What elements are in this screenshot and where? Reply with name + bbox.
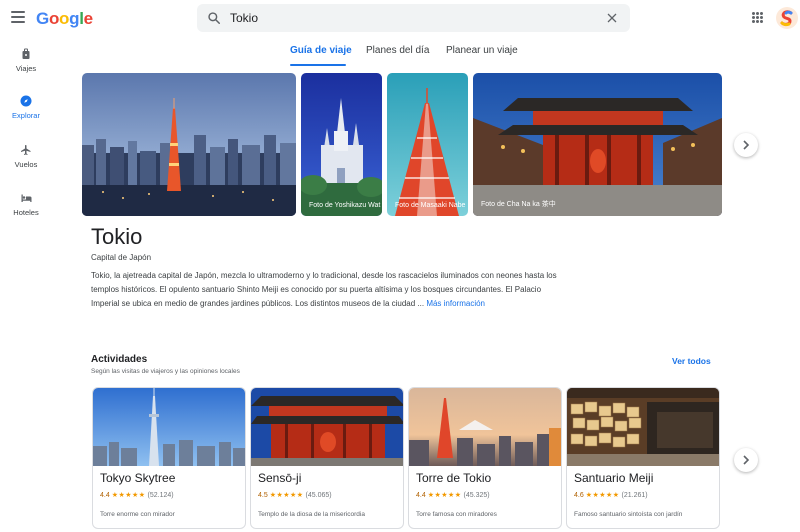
activity-card[interactable]: Tokyo Skytree 4.4 ★★★★★ (52.124) Torre e… bbox=[92, 387, 246, 529]
activity-card[interactable]: Santuario Meiji 4.6 ★★★★★ (21.261) Famos… bbox=[566, 387, 720, 529]
sidebar-item-explorar[interactable]: Explorar bbox=[0, 95, 52, 135]
review-count: (45.325) bbox=[463, 492, 490, 499]
top-bar: Google bbox=[0, 0, 800, 36]
sidebar-item-label: Hoteles bbox=[13, 208, 39, 217]
star-icons: ★★★★★ bbox=[269, 492, 304, 499]
activity-card[interactable]: Sensō-ji 4.5 ★★★★★ (45.065) Templo de la… bbox=[250, 387, 404, 529]
description-text: Tokio, la ajetreada capital de Japón, me… bbox=[91, 271, 557, 308]
review-count: (45.065) bbox=[305, 492, 332, 499]
activity-description: Torre famosa con miradores bbox=[416, 511, 497, 518]
more-info-link[interactable]: Más información bbox=[426, 299, 485, 308]
bed-icon bbox=[21, 194, 31, 202]
star-icons: ★★★★★ bbox=[427, 492, 462, 499]
activity-rating: 4.4 ★★★★★ (52.124) bbox=[100, 491, 174, 499]
activity-photo bbox=[409, 388, 561, 466]
tab-planear-un-viaje[interactable]: Planear un viaje bbox=[446, 45, 518, 56]
gallery-photo-castle[interactable]: Foto de Yoshikazu Wat bbox=[301, 73, 382, 216]
activity-rating: 4.4 ★★★★★ (45.325) bbox=[416, 491, 490, 499]
gallery-photo-tower[interactable]: Foto de Masaaki Nabe bbox=[387, 73, 468, 216]
activities-next-button[interactable] bbox=[734, 448, 758, 472]
activity-name: Sensō-ji bbox=[258, 471, 302, 485]
activity-description: Torre enorme con mirador bbox=[100, 511, 175, 518]
compass-icon bbox=[20, 95, 32, 107]
activity-photo bbox=[93, 388, 245, 466]
rating-score: 4.5 bbox=[258, 492, 268, 499]
review-count: (21.261) bbox=[621, 492, 648, 499]
activity-rating: 4.6 ★★★★★ (21.261) bbox=[574, 491, 648, 499]
activity-name: Torre de Tokio bbox=[416, 471, 492, 485]
guide-tabs: Guía de viaje Planes del día Planear un … bbox=[0, 40, 800, 68]
activity-photo bbox=[251, 388, 403, 466]
star-icons: ★★★★★ bbox=[111, 492, 146, 499]
search-icon[interactable] bbox=[207, 11, 221, 25]
chevron-right-icon bbox=[743, 140, 750, 150]
gallery-photo-temple[interactable]: Foto de Cha Na ka 茶中 bbox=[473, 73, 722, 216]
sidebar-item-vuelos[interactable]: Vuelos bbox=[0, 144, 52, 184]
activity-photo bbox=[567, 388, 719, 466]
activity-description: Famoso santuario sintoísta con jardín bbox=[574, 511, 683, 518]
photo-credit: Foto de Cha Na ka 茶中 bbox=[481, 201, 556, 208]
activities-title: Actividades bbox=[91, 354, 148, 365]
activity-card[interactable]: Torre de Tokio 4.4 ★★★★★ (45.325) Torre … bbox=[408, 387, 562, 529]
place-description: Tokio, la ajetreada capital de Japón, me… bbox=[91, 269, 561, 311]
see-all-link[interactable]: Ver todos bbox=[672, 356, 711, 366]
photo-gallery: Foto de Yoshikazu Wat Foto de Masaaki Na… bbox=[82, 73, 722, 216]
chevron-right-icon bbox=[743, 455, 750, 465]
photo-credit: Foto de Masaaki Nabe bbox=[395, 202, 466, 209]
activity-description: Templo de la diosa de la misericordia bbox=[258, 511, 365, 518]
tab-planes-del-dia[interactable]: Planes del día bbox=[366, 45, 429, 56]
photo-credit: Foto de Yoshikazu Wat bbox=[309, 202, 381, 209]
place-title: Tokio bbox=[91, 224, 143, 249]
search-bar[interactable] bbox=[197, 4, 630, 32]
clear-icon[interactable] bbox=[606, 12, 618, 24]
sidebar-item-label: Vuelos bbox=[14, 160, 38, 169]
activity-rating: 4.5 ★★★★★ (45.065) bbox=[258, 491, 332, 499]
activity-name: Santuario Meiji bbox=[574, 471, 654, 485]
tab-guia-de-viaje[interactable]: Guía de viaje bbox=[290, 45, 352, 56]
active-tab-indicator bbox=[290, 64, 346, 66]
rating-score: 4.6 bbox=[574, 492, 584, 499]
menu-icon[interactable] bbox=[11, 11, 25, 23]
plane-icon bbox=[21, 145, 31, 155]
gallery-photo-skyline[interactable] bbox=[82, 73, 296, 216]
gallery-next-button[interactable] bbox=[734, 133, 758, 157]
google-logo[interactable]: Google bbox=[36, 9, 93, 29]
place-subtitle: Capital de Japón bbox=[91, 253, 152, 262]
sidebar-item-label: Explorar bbox=[12, 111, 40, 120]
rating-score: 4.4 bbox=[416, 492, 426, 499]
rating-score: 4.4 bbox=[100, 492, 110, 499]
activities-subtitle: Según las visitas de viajeros y las opin… bbox=[91, 368, 240, 375]
sidebar-item-hoteles[interactable]: Hoteles bbox=[0, 192, 52, 232]
avatar[interactable] bbox=[776, 7, 798, 29]
apps-icon[interactable] bbox=[752, 12, 763, 23]
search-input[interactable] bbox=[230, 10, 590, 26]
activity-name: Tokyo Skytree bbox=[100, 471, 176, 485]
review-count: (52.124) bbox=[147, 492, 174, 499]
star-icons: ★★★★★ bbox=[585, 492, 620, 499]
